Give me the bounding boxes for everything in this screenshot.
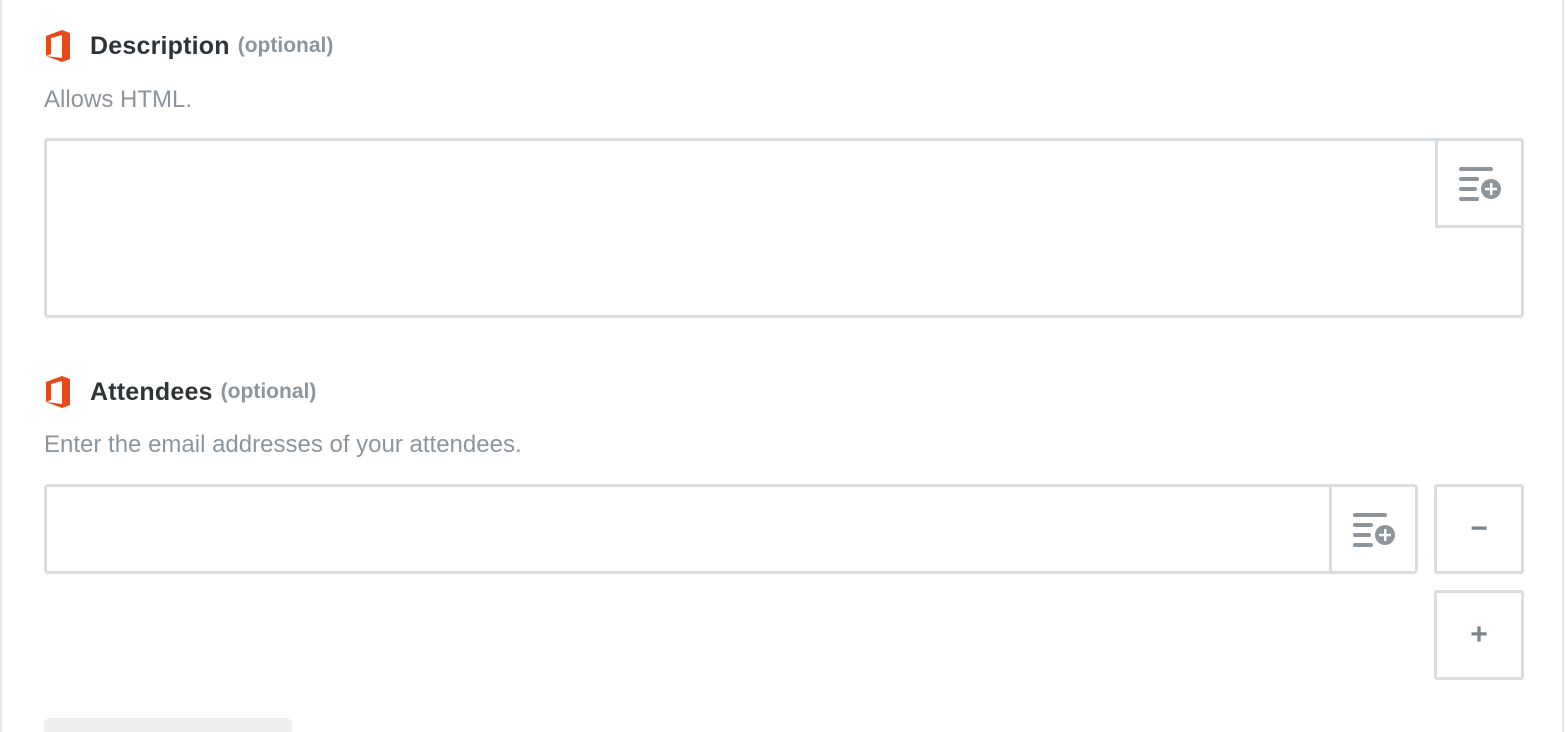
office-logo-icon [46,376,70,408]
remove-attendee-button[interactable]: − [1434,484,1524,574]
description-optional-tag: (optional) [237,34,334,57]
minus-icon: − [1470,512,1488,545]
add-attendee-button[interactable]: + [1434,590,1524,680]
plus-icon: + [1470,618,1488,651]
attendee-field [44,484,1418,574]
attendee-input[interactable] [47,487,1327,571]
attendees-label-row: Attendees (optional) [44,376,316,408]
insert-field-icon [1352,513,1395,547]
description-label-row: Description (optional) [44,30,333,62]
continue-button-partial[interactable] [44,718,292,732]
office-logo-icon [46,30,70,62]
attendees-label: Attendees [90,377,213,406]
description-textarea[interactable] [47,141,1437,315]
description-label: Description [90,31,230,60]
description-help-text: Allows HTML. [44,86,193,113]
description-field [44,138,1524,318]
insert-field-icon [1458,167,1501,201]
form-panel: Description (optional) Allows HTML. Atte… [0,0,1564,732]
attendees-help-text: Enter the email addresses of your attend… [44,431,522,458]
description-insert-data-button[interactable] [1435,141,1521,228]
attendee-insert-data-button[interactable] [1329,487,1415,571]
attendees-optional-tag: (optional) [220,380,317,403]
